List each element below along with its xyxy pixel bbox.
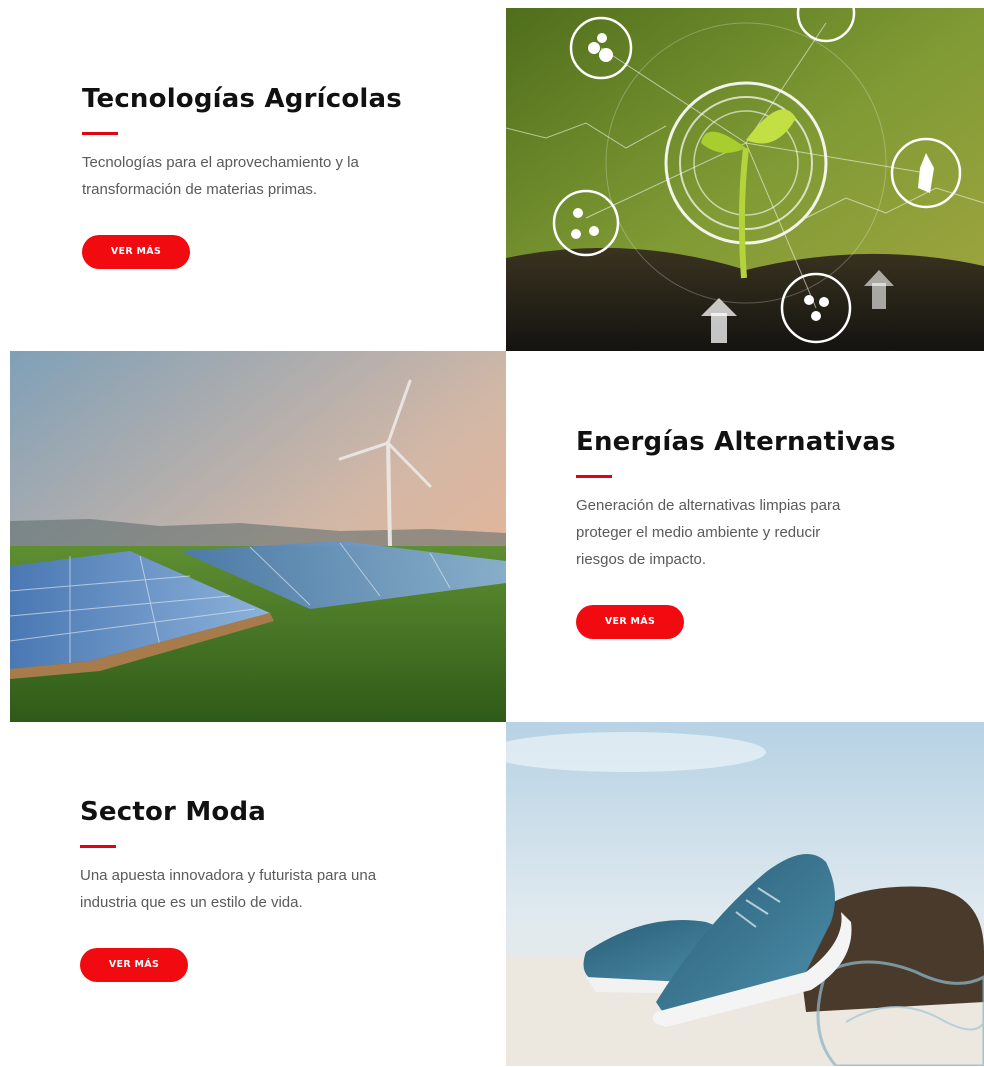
renewable-energy-image xyxy=(10,351,506,722)
section-energy-text: Energías Alternativas Generación de alte… xyxy=(506,351,984,722)
accent-rule xyxy=(576,475,612,478)
ver-mas-button[interactable]: VER MÁS xyxy=(82,235,190,269)
accent-rule xyxy=(80,845,116,848)
section-description: Una apuesta innovadora y futurista para … xyxy=(80,867,377,911)
section-title: Tecnologías Agrícolas xyxy=(82,84,402,114)
section-title: Sector Moda xyxy=(80,797,267,827)
section-agri-text: Tecnologías Agrícolas Tecnologías para e… xyxy=(10,8,506,351)
fashion-sneakers-image xyxy=(506,722,984,1066)
agri-tech-image xyxy=(506,8,984,351)
section-description: Generación de alternativas limpias para … xyxy=(576,497,841,568)
accent-rule xyxy=(82,132,118,135)
feature-grid: Tecnologías Agrícolas Tecnologías para e… xyxy=(10,8,984,1066)
ver-mas-button[interactable]: VER MÁS xyxy=(80,948,188,982)
section-fashion-text: Sector Moda Una apuesta innovadora y fut… xyxy=(10,722,506,1066)
section-description: Tecnologías para el aprovechamiento y la… xyxy=(82,154,359,198)
section-title: Energías Alternativas xyxy=(576,427,896,457)
ver-mas-button[interactable]: VER MÁS xyxy=(576,605,684,639)
